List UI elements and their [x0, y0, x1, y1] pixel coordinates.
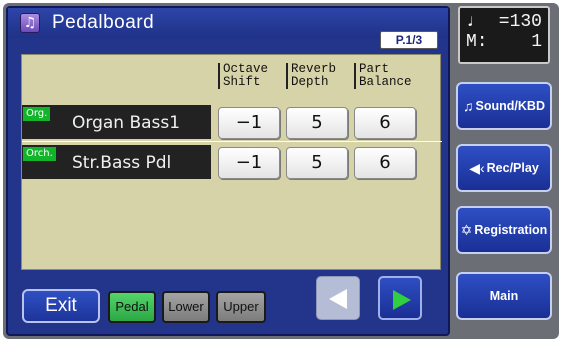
- measure-label: M:: [466, 32, 488, 52]
- part-select-pedal-button[interactable]: Pedal: [108, 291, 156, 323]
- organ-reverb-depth-button[interactable]: 5: [286, 107, 348, 139]
- book-icon: ✡: [460, 221, 473, 238]
- next-page-button[interactable]: [378, 276, 422, 320]
- orch-octave-shift-button[interactable]: −1: [218, 147, 280, 179]
- part-type-badge: Org.: [23, 107, 51, 121]
- parameter-panel: Octave Shift Reverb Depth Part Balance O…: [21, 54, 442, 270]
- arrow-left-icon: [329, 289, 347, 309]
- main-button[interactable]: Main: [456, 272, 552, 320]
- part-select-upper-button[interactable]: Upper: [216, 291, 266, 323]
- orch-reverb-depth-button[interactable]: 5: [286, 147, 348, 179]
- side-panel: ♩ =130 M: 1 ♫ Sound/KBD ◀‹ Rec/Play ✡ Re…: [452, 6, 556, 336]
- page-title: Pedalboard: [52, 12, 155, 33]
- organ-part-balance-button[interactable]: 6: [354, 107, 416, 139]
- sound-kbd-label: Sound/KBD: [475, 99, 545, 113]
- main-label: Main: [489, 289, 519, 303]
- rec-play-label: Rec/Play: [486, 161, 539, 175]
- organ-octave-shift-button[interactable]: −1: [218, 107, 280, 139]
- part-tone-name: Organ Bass1: [72, 113, 181, 133]
- registration-button[interactable]: ✡ Registration: [456, 206, 552, 254]
- part-row-orchestral[interactable]: Orch. Str.Bass Pdl: [22, 145, 211, 179]
- arrow-right-icon: [393, 290, 411, 310]
- rec-play-button[interactable]: ◀‹ Rec/Play: [456, 144, 552, 192]
- row-divider: [22, 141, 442, 142]
- tempo-line: ♩ =130: [466, 12, 542, 32]
- lcd-screen: ♫ Pedalboard P.1/3 Octave Shift Reverb D…: [6, 6, 450, 336]
- speaker-icon: ◀‹: [469, 159, 485, 176]
- column-header-part-balance: Part Balance: [354, 63, 412, 89]
- part-tone-name: Str.Bass Pdl: [72, 153, 172, 173]
- sound-kbd-button[interactable]: ♫ Sound/KBD: [456, 82, 552, 130]
- measure-value: 1: [531, 32, 542, 52]
- tempo-value: =130: [498, 12, 542, 32]
- exit-button[interactable]: Exit: [22, 289, 100, 323]
- registration-label: Registration: [474, 223, 548, 237]
- page-indicator: P.1/3: [380, 31, 438, 49]
- music-note-icon: ♫: [20, 13, 40, 33]
- music-note-icon: ♫: [463, 98, 474, 114]
- column-header-octave-shift: Octave Shift: [218, 63, 268, 89]
- part-row-organ[interactable]: Org. Organ Bass1: [22, 105, 211, 139]
- part-type-badge: Orch.: [23, 147, 56, 161]
- quarter-note-icon: ♩: [466, 12, 477, 32]
- measure-line: M: 1: [466, 32, 542, 52]
- part-select-lower-button[interactable]: Lower: [162, 291, 210, 323]
- orch-part-balance-button[interactable]: 6: [354, 147, 416, 179]
- tempo-display: ♩ =130 M: 1: [458, 6, 550, 64]
- column-header-reverb-depth: Reverb Depth: [286, 63, 336, 89]
- previous-page-button[interactable]: [316, 276, 360, 320]
